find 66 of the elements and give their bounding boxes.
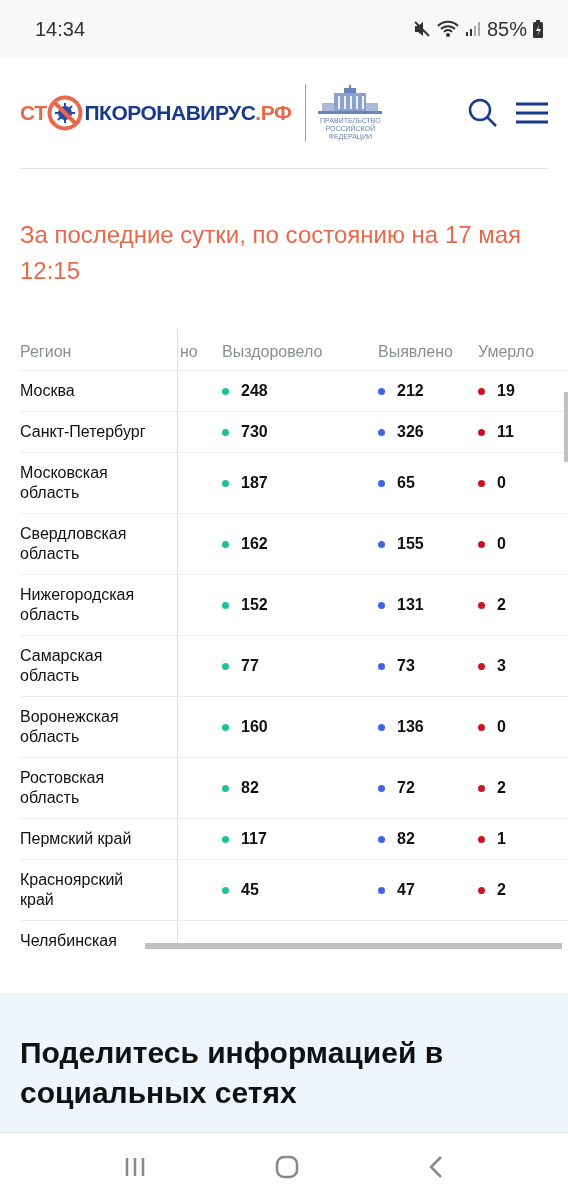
case-count: 82 — [222, 778, 259, 798]
case-count: 1 — [478, 829, 506, 849]
case-count: 0 — [478, 717, 506, 737]
logo-text: ПКОРОНАВИРУС — [84, 101, 256, 125]
case-count: 155 — [378, 534, 424, 554]
government-building-icon — [318, 85, 383, 117]
case-count: 3 — [478, 656, 506, 676]
battery-icon — [533, 20, 543, 38]
case-count: 152 — [222, 595, 268, 615]
column-header: Выявлено — [378, 342, 453, 362]
logo-text: СТ — [20, 101, 47, 125]
vertical-scrollbar[interactable] — [564, 392, 568, 462]
region-name: Красноярский край — [20, 870, 125, 910]
section-title: За последние сутки, по состоянию на 17 мая 12:15 — [19, 220, 523, 286]
case-count: 2 — [478, 778, 506, 798]
region-name: Московская область — [20, 463, 109, 503]
mute-icon — [412, 20, 431, 38]
region-name: Воронежская область — [20, 707, 120, 747]
case-count: 82 — [378, 829, 415, 849]
region-name: Нижегородская область — [20, 585, 136, 625]
region-name: Москва — [20, 381, 76, 401]
case-count: 77 — [222, 656, 259, 676]
logo-text: .РФ — [255, 101, 292, 125]
case-count: 730 — [222, 422, 268, 442]
case-count: 117 — [222, 829, 267, 849]
case-count: 248 — [222, 381, 268, 401]
region-name: Ростовская область — [20, 768, 106, 808]
region-name: Свердловская область — [20, 524, 128, 564]
case-count: 0 — [478, 473, 506, 493]
case-count: 162 — [222, 534, 268, 554]
case-count: 47 — [378, 880, 415, 900]
case-count: 136 — [378, 717, 424, 737]
region-name: Санкт-Петербург — [20, 422, 147, 442]
stop-virus-icon — [47, 95, 84, 131]
column-header: Умерло — [478, 342, 535, 362]
signal-icon — [464, 21, 481, 37]
case-count: 131 — [378, 595, 424, 615]
region-name: Челябинская — [20, 931, 118, 949]
wifi-icon — [436, 20, 459, 38]
recent-apps-button[interactable] — [124, 1155, 147, 1178]
case-count: 326 — [378, 422, 424, 442]
back-button[interactable] — [427, 1154, 444, 1179]
case-count: 2 — [478, 880, 506, 900]
case-count: 0 — [478, 534, 506, 554]
region-name: Пермский край — [20, 829, 133, 849]
column-header: но — [180, 342, 198, 362]
case-count: 73 — [378, 656, 415, 676]
case-count: 65 — [378, 473, 415, 493]
case-count: 187 — [222, 473, 268, 493]
case-count: 72 — [378, 778, 415, 798]
case-count: 19 — [478, 381, 515, 401]
horizontal-scrollbar[interactable] — [145, 943, 562, 949]
case-count: 2 — [478, 595, 506, 615]
search-button[interactable] — [468, 98, 498, 128]
battery-level: 85% — [486, 17, 527, 41]
region-name: Самарская область — [20, 646, 104, 686]
case-count: 160 — [222, 717, 268, 737]
column-header: Выздоровело — [222, 342, 323, 362]
home-button[interactable] — [275, 1154, 299, 1179]
menu-button[interactable] — [516, 102, 548, 124]
column-header: Регион — [20, 342, 72, 362]
case-count: 45 — [222, 880, 259, 900]
case-count: 212 — [378, 381, 424, 401]
status-time: 14:34 — [35, 17, 86, 41]
share-heading: Поделитесь информацией в социальных сетях — [20, 1035, 445, 1111]
case-count: 11 — [478, 422, 514, 442]
